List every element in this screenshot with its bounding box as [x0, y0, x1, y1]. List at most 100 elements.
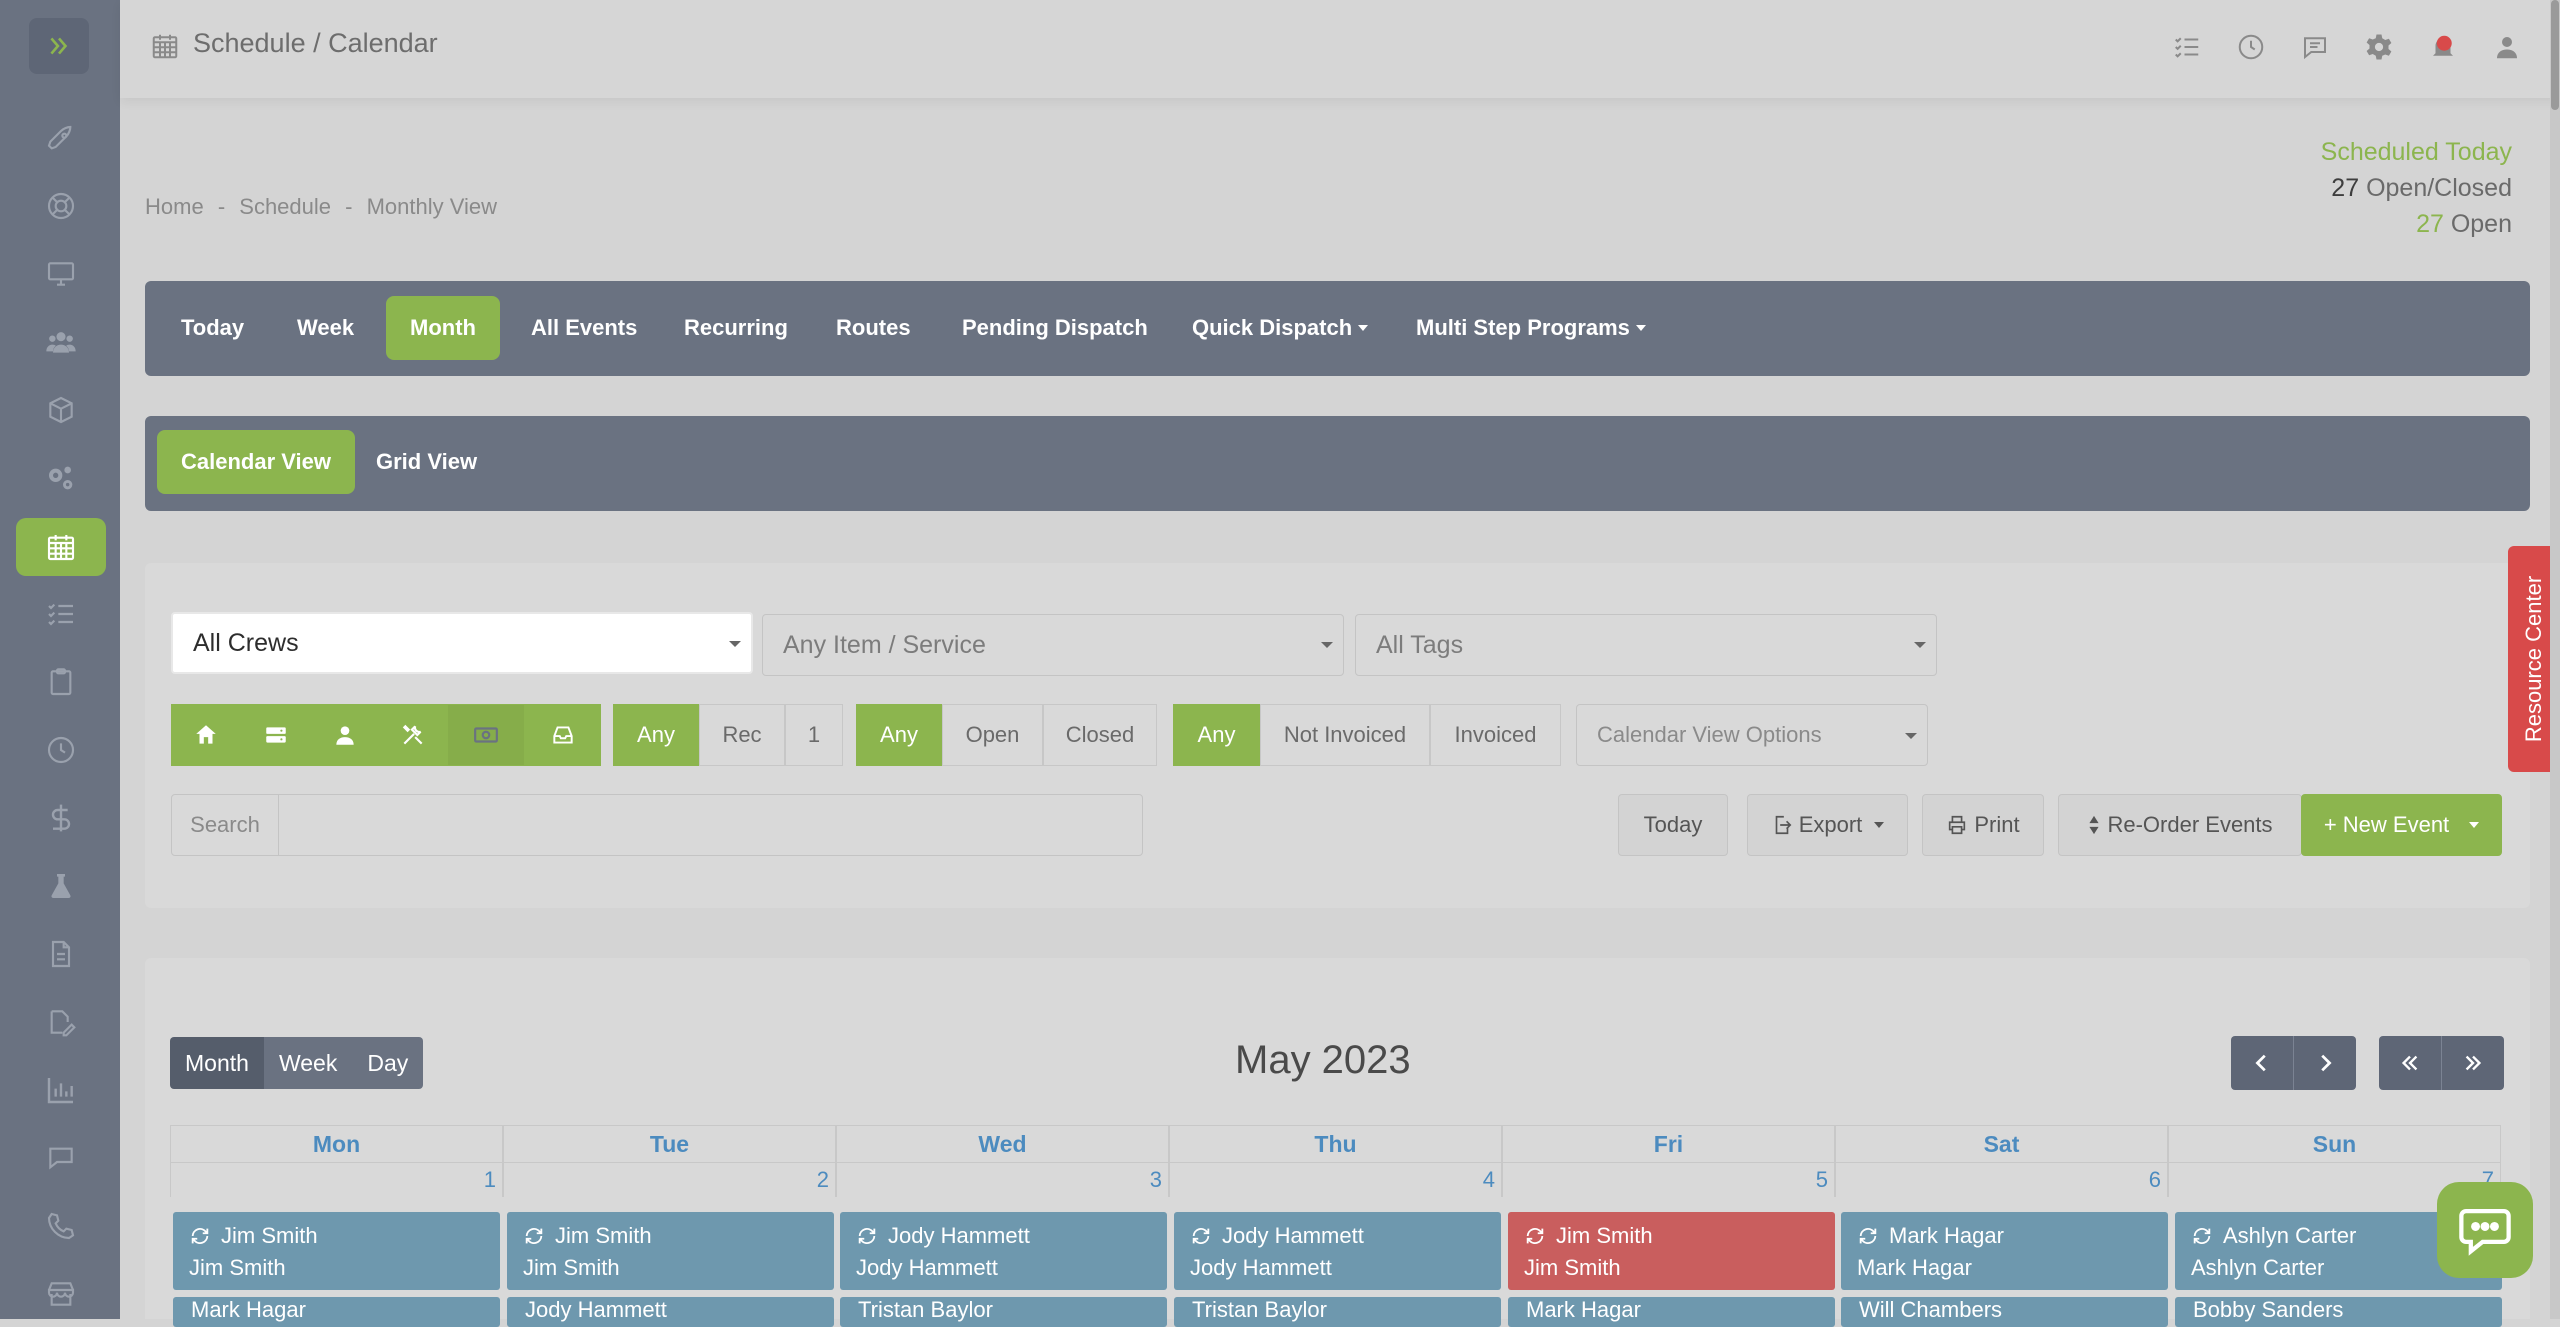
calendar-event[interactable]: Jody Hammett — [507, 1297, 834, 1327]
chat-icon — [49, 1147, 73, 1170]
prev-month-button[interactable] — [2231, 1036, 2293, 1090]
today-button[interactable]: Today — [1618, 794, 1728, 856]
phone-icon — [47, 1212, 75, 1240]
sidebar-item-messages[interactable] — [16, 1129, 106, 1187]
history-icon[interactable] — [2236, 32, 2266, 62]
nav-multi-step-programs[interactable]: Multi Step Programs — [1392, 296, 1670, 360]
nav-pending-dispatch[interactable]: Pending Dispatch — [938, 296, 1172, 360]
sidebar-item-schedule[interactable] — [16, 518, 106, 576]
nav-month[interactable]: Month — [386, 296, 500, 360]
sidebar-item-customers[interactable] — [16, 313, 106, 371]
button-label: Any — [880, 722, 918, 747]
calendar-event[interactable]: Bobby Sanders — [2175, 1297, 2502, 1327]
export-icon — [1775, 815, 1792, 835]
calendar-event[interactable]: Jim Smith Jim Smith — [1508, 1212, 1835, 1290]
sidebar-item-lab[interactable] — [16, 857, 106, 915]
nav-all-events[interactable]: All Events — [507, 296, 661, 360]
sidebar-item-signatures[interactable] — [16, 993, 106, 1051]
nav-week[interactable]: Week — [273, 296, 378, 360]
nav-routes[interactable]: Routes — [812, 296, 935, 360]
date-number[interactable]: 6 — [1835, 1163, 2168, 1197]
calendar-view-options-select[interactable]: Calendar View Options — [1576, 704, 1928, 766]
nav-quick-dispatch[interactable]: Quick Dispatch — [1168, 296, 1392, 360]
date-number[interactable]: 4 — [1169, 1163, 1502, 1197]
calendar-event[interactable]: Jody Hammett Jody Hammett — [1174, 1212, 1501, 1290]
invoice-not-invoiced-button[interactable]: Not Invoiced — [1260, 704, 1430, 766]
sidebar-item-tasks[interactable] — [16, 585, 106, 643]
calendar-event[interactable]: Tristan Baylor — [840, 1297, 1167, 1327]
sidebar-item-store[interactable] — [16, 1265, 106, 1323]
recurrence-any-button[interactable]: Any — [613, 704, 699, 766]
date-number[interactable]: 2 — [503, 1163, 836, 1197]
calendar-event[interactable]: Will Chambers — [1841, 1297, 2168, 1327]
mode-month-button[interactable]: Month — [170, 1037, 264, 1089]
breadcrumb-schedule[interactable]: Schedule — [239, 194, 331, 219]
scrollbar-thumb[interactable] — [2551, 0, 2559, 110]
date-number[interactable]: 5 — [1502, 1163, 1835, 1197]
type-tools-button[interactable] — [379, 704, 447, 766]
status-closed-button[interactable]: Closed — [1043, 704, 1157, 766]
print-button[interactable]: Print — [1922, 794, 2044, 856]
mode-week-button[interactable]: Week — [263, 1037, 353, 1089]
search-field[interactable]: Search — [171, 794, 1143, 856]
calendar-event[interactable]: Jim Smith Jim Smith — [507, 1212, 834, 1290]
new-event-button[interactable]: + New Event — [2301, 794, 2502, 856]
calendar-event[interactable]: Jody Hammett Jody Hammett — [840, 1212, 1167, 1290]
mode-day-button[interactable]: Day — [352, 1037, 424, 1089]
nav-recurring[interactable]: Recurring — [660, 296, 812, 360]
type-inbox-button[interactable] — [525, 704, 601, 766]
recurring-icon — [191, 1228, 209, 1244]
invoice-any-button[interactable]: Any — [1173, 704, 1260, 766]
sidebar-item-documents[interactable] — [16, 925, 106, 983]
sidebar-item-calls[interactable] — [16, 1197, 106, 1255]
nav-label: Multi Step Programs — [1416, 315, 1630, 340]
user-icon[interactable] — [2492, 32, 2522, 62]
page-title: Schedule / Calendar — [193, 28, 438, 58]
page-scrollbar[interactable] — [2550, 0, 2560, 1319]
sidebar-item-reports[interactable] — [16, 1061, 106, 1119]
sidebar-item-clipboard[interactable] — [16, 653, 106, 711]
breadcrumb-home[interactable]: Home — [145, 194, 204, 219]
tasks-icon[interactable] — [2172, 32, 2202, 62]
notification-bell-icon[interactable] — [2428, 32, 2458, 62]
type-person-button[interactable] — [310, 704, 379, 766]
tab-grid-view[interactable]: Grid View — [352, 430, 501, 494]
sidebar-item-time[interactable] — [16, 721, 106, 779]
day-of-week-header: Mon Tue Wed Thu Fri Sat Sun — [170, 1125, 2501, 1163]
reorder-events-button[interactable]: Re-Order Events — [2058, 794, 2302, 856]
item-service-select[interactable]: Any Item / Service — [762, 614, 1344, 676]
nav-today[interactable]: Today — [157, 296, 268, 360]
calendar-event[interactable]: Mark Hagar — [1508, 1297, 1835, 1327]
type-home-button[interactable] — [171, 704, 241, 766]
next-year-button[interactable] — [2441, 1036, 2504, 1090]
gear-icon[interactable] — [2364, 32, 2394, 62]
status-open-button[interactable]: Open — [942, 704, 1043, 766]
sidebar-item-monitor[interactable] — [16, 245, 106, 303]
invoice-invoiced-button[interactable]: Invoiced — [1430, 704, 1561, 766]
sidebar-item-dashboard[interactable] — [16, 110, 106, 168]
tags-select[interactable]: All Tags — [1355, 614, 1937, 676]
status-any-button[interactable]: Any — [856, 704, 942, 766]
sidebar-item-billing[interactable] — [16, 789, 106, 847]
calendar-event[interactable]: Mark Hagar Mark Hagar — [1841, 1212, 2168, 1290]
chat-widget-button[interactable] — [2437, 1182, 2533, 1278]
crew-select[interactable]: All Crews — [171, 612, 753, 674]
recurrence-one-button[interactable]: 1 — [785, 704, 843, 766]
sidebar-item-settings[interactable] — [16, 449, 106, 507]
calendar-event[interactable]: Mark Hagar — [173, 1297, 500, 1327]
recurrence-rec-button[interactable]: Rec — [699, 704, 785, 766]
sidebar-item-inventory[interactable] — [16, 381, 106, 439]
sidebar-toggle-button[interactable] — [29, 18, 89, 74]
type-server-button[interactable] — [241, 704, 310, 766]
prev-year-button[interactable] — [2379, 1036, 2441, 1090]
date-number[interactable]: 3 — [836, 1163, 1169, 1197]
sidebar-item-support[interactable] — [16, 177, 106, 235]
tab-calendar-view[interactable]: Calendar View — [157, 430, 355, 494]
export-button[interactable]: Export — [1747, 794, 1908, 856]
calendar-event[interactable]: Tristan Baylor — [1174, 1297, 1501, 1327]
message-icon[interactable] — [2300, 32, 2330, 62]
calendar-event[interactable]: Jim Smith Jim Smith — [173, 1212, 500, 1290]
next-month-button[interactable] — [2293, 1036, 2356, 1090]
type-money-button[interactable] — [447, 704, 525, 766]
date-number[interactable]: 1 — [170, 1163, 503, 1197]
